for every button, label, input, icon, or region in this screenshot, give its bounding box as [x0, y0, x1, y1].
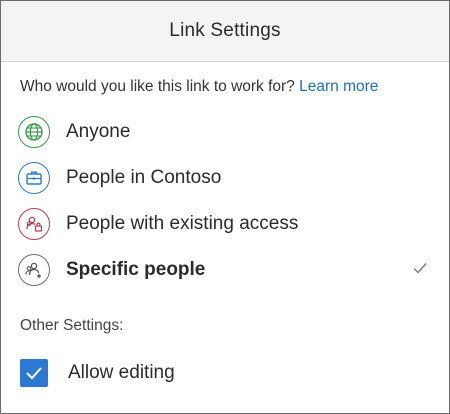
option-people-in-contoso[interactable]: People in Contoso [18, 159, 438, 197]
dialog-title: Link Settings [169, 20, 281, 41]
allow-editing-checkbox[interactable] [20, 359, 48, 387]
globe-icon [18, 116, 50, 148]
briefcase-icon [18, 162, 50, 194]
link-settings-dialog: Link Settings Who would you like this li… [0, 0, 450, 414]
checkbox-check-icon [26, 367, 42, 380]
learn-more-link[interactable]: Learn more [299, 78, 378, 95]
option-people-with-existing-access[interactable]: People with existing access [18, 205, 438, 243]
option-specific-people[interactable]: Specific people [18, 251, 438, 289]
dialog-header: Link Settings [1, 1, 449, 62]
option-specific-people-label: Specific people [66, 259, 206, 280]
audience-question: Who would you like this link to work for… [20, 78, 378, 96]
allow-editing-label: Allow editing [68, 362, 175, 383]
people-add-icon [18, 254, 50, 286]
option-anyone-label: Anyone [66, 121, 131, 142]
selected-check-icon [412, 261, 428, 280]
allow-editing-row[interactable]: Allow editing [20, 357, 175, 389]
option-people-with-existing-access-label: People with existing access [66, 213, 299, 234]
people-lock-icon [18, 208, 50, 240]
other-settings-heading: Other Settings: [20, 317, 124, 334]
option-people-in-contoso-label: People in Contoso [66, 167, 222, 188]
option-anyone[interactable]: Anyone [18, 113, 438, 151]
audience-question-text: Who would you like this link to work for… [20, 78, 295, 95]
